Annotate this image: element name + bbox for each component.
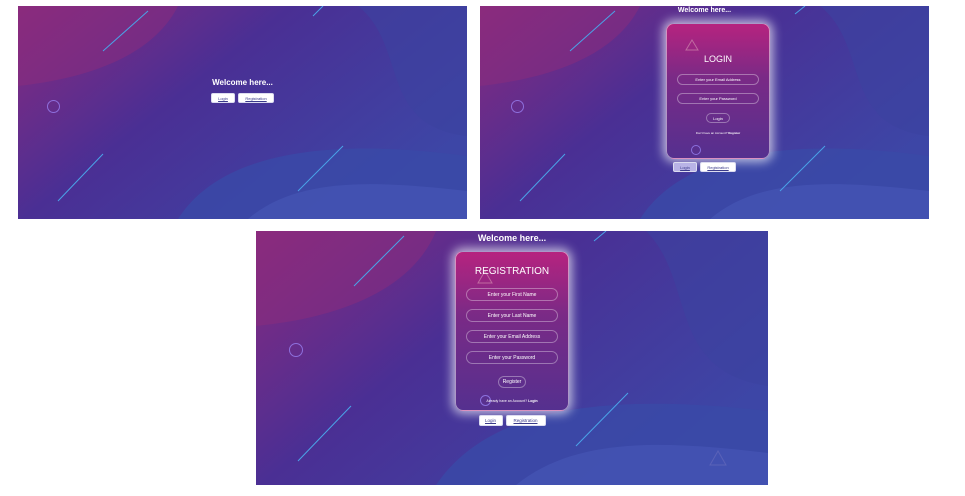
- login-prompt: Already have an Account? Login: [456, 399, 568, 403]
- login-link[interactable]: Login: [528, 399, 538, 403]
- screen-login: Welcome here... LOGIN Enter your Email A…: [480, 6, 929, 219]
- welcome-heading: Welcome here...: [677, 7, 732, 14]
- nav-buttons: Login Registration: [256, 415, 768, 426]
- login-nav-button[interactable]: Login: [211, 93, 235, 103]
- circle-decoration: [289, 343, 303, 357]
- password-field[interactable]: Enter your Password: [677, 93, 759, 104]
- welcome-heading: Welcome here...: [212, 78, 273, 87]
- registration-nav-button[interactable]: Registration: [700, 162, 736, 172]
- last-name-field[interactable]: Enter your Last Name: [466, 309, 558, 322]
- login-submit-button[interactable]: Login: [706, 113, 730, 123]
- nav-buttons: Login Registration: [480, 162, 929, 172]
- login-card: LOGIN Enter your Email Address Enter you…: [666, 23, 770, 159]
- password-field[interactable]: Enter your Password: [466, 351, 558, 364]
- registration-card: REGISTRATION Enter your First Name Enter…: [455, 251, 569, 411]
- register-prompt: Don't have an Account? Register: [667, 131, 769, 135]
- email-field[interactable]: Enter your Email Address: [466, 330, 558, 343]
- nav-buttons: Login Registration: [18, 93, 467, 103]
- register-link[interactable]: Register: [728, 131, 740, 135]
- first-name-field[interactable]: Enter your First Name: [466, 288, 558, 301]
- registration-nav-button[interactable]: Registration: [505, 415, 546, 426]
- welcome-heading: Welcome here...: [477, 233, 547, 243]
- circle-decoration: [511, 100, 524, 113]
- screen-registration: Welcome here... REGISTRATION Enter your …: [256, 231, 768, 485]
- register-submit-button[interactable]: Register: [498, 376, 526, 388]
- login-nav-button[interactable]: Login: [478, 415, 503, 426]
- circle-decoration: [691, 145, 701, 155]
- login-nav-button[interactable]: Login: [673, 162, 697, 172]
- screen-landing: Welcome here... Login Registration: [18, 6, 467, 219]
- login-prompt-text: Already have an Account?: [486, 399, 528, 403]
- registration-nav-button[interactable]: Registration: [238, 93, 274, 103]
- background-art: [18, 6, 467, 219]
- login-title: LOGIN: [703, 54, 732, 64]
- registration-title: REGISTRATION: [474, 266, 550, 277]
- register-prompt-text: Don't have an Account?: [695, 131, 728, 135]
- triangle-decoration: [685, 39, 699, 51]
- email-field[interactable]: Enter your Email Address: [677, 74, 759, 85]
